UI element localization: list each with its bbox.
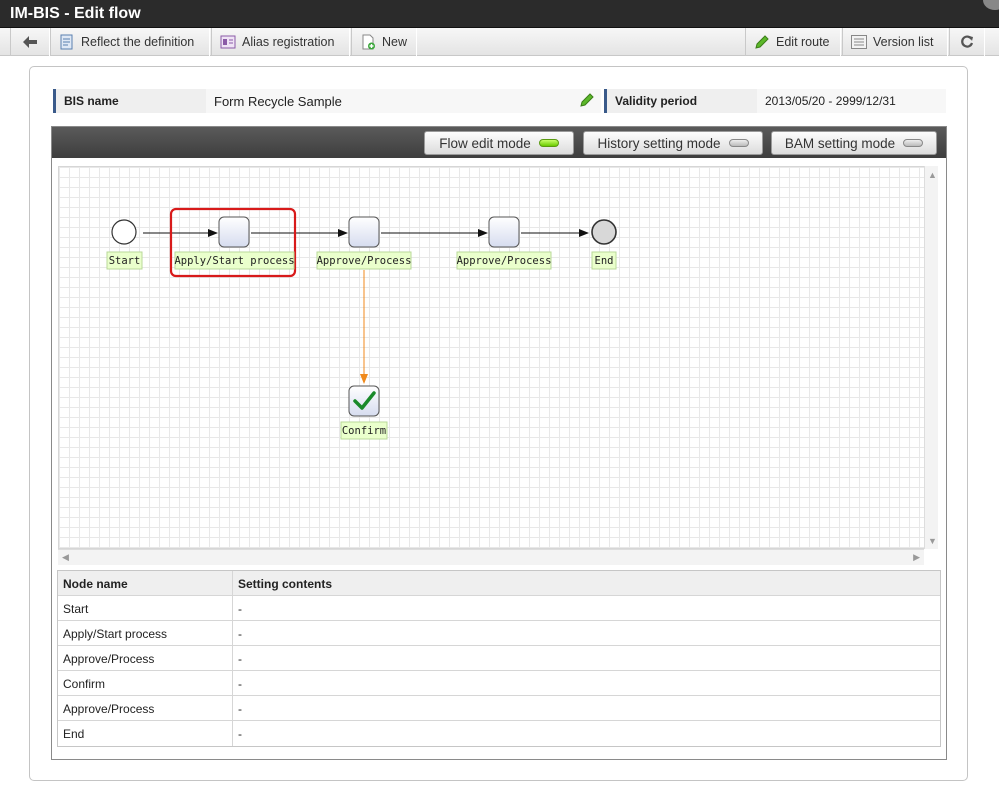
canvas-horizontal-scrollbar[interactable]: ◀ ▶ — [58, 549, 924, 565]
table-row[interactable]: End - — [58, 721, 940, 746]
history-setting-mode-indicator — [728, 139, 749, 147]
bis-name-label: BIS name — [53, 89, 206, 113]
end-node[interactable] — [591, 219, 617, 245]
bam-setting-mode-button[interactable]: BAM setting mode — [771, 131, 937, 155]
edit-route-label: Edit route — [776, 35, 830, 49]
list-icon — [851, 34, 867, 50]
table-row[interactable]: Start - — [58, 596, 940, 621]
confirm-node[interactable] — [348, 385, 380, 417]
node-name-cell: Apply/Start process — [58, 621, 233, 645]
table-header-row: Node name Setting contents — [58, 571, 940, 596]
window-title: IM-BIS - Edit flow — [10, 5, 141, 22]
scroll-down-arrow-icon[interactable]: ▼ — [928, 536, 937, 546]
setting-contents-cell: - — [238, 727, 242, 741]
table-row[interactable]: Approve/Process - — [58, 646, 940, 671]
confirm-label: Confirm — [342, 425, 386, 437]
table-row[interactable]: Approve/Process - — [58, 696, 940, 721]
scroll-up-arrow-icon[interactable]: ▲ — [928, 170, 937, 180]
new-document-icon — [360, 34, 376, 50]
history-setting-mode-label: History setting mode — [597, 135, 721, 151]
flow-edit-mode-label: Flow edit mode — [439, 135, 531, 151]
refresh-icon — [959, 34, 975, 50]
pencil-icon — [754, 34, 770, 50]
end-label: End — [595, 255, 614, 267]
approve-process-label-1: Approve/Process — [317, 255, 412, 267]
canvas-vertical-scrollbar[interactable]: ▲ ▼ — [924, 166, 938, 549]
window-corner-decoration — [983, 0, 999, 10]
alias-registration-icon — [220, 34, 236, 50]
refresh-button[interactable] — [949, 28, 985, 56]
new-label: New — [382, 35, 408, 49]
alias-registration-label: Alias registration — [242, 35, 335, 49]
history-setting-mode-button[interactable]: History setting mode — [583, 131, 763, 155]
node-name-cell: Approve/Process — [58, 646, 233, 670]
node-name-cell: End — [58, 721, 233, 746]
bis-info-row: BIS name Form Recycle Sample Validity pe… — [53, 89, 946, 113]
toolbar: Reflect the definition Alias registratio… — [0, 28, 999, 56]
reflect-definition-icon — [59, 34, 75, 50]
setting-contents-cell: - — [238, 627, 242, 641]
table-row[interactable]: Confirm - — [58, 671, 940, 696]
apply-start-process-label: Apply/Start process — [174, 255, 294, 267]
node-name-cell: Start — [58, 596, 233, 620]
bis-name-text: Form Recycle Sample — [214, 94, 342, 109]
bis-name-value: Form Recycle Sample — [206, 89, 601, 113]
alias-registration-button[interactable]: Alias registration — [211, 28, 350, 56]
node-settings-table: Node name Setting contents Start - Apply… — [57, 570, 941, 747]
approve-process-node-1[interactable] — [348, 216, 380, 248]
table-row[interactable]: Apply/Start process - — [58, 621, 940, 646]
apply-start-process-node[interactable] — [218, 216, 250, 248]
validity-period-value: 2013/05/20 - 2999/12/31 — [757, 89, 946, 113]
start-node[interactable] — [111, 219, 137, 245]
scroll-left-arrow-icon[interactable]: ◀ — [62, 552, 69, 563]
approve-process-node-2[interactable] — [488, 216, 520, 248]
setting-contents-cell: - — [238, 677, 242, 691]
validity-period-label: Validity period — [604, 89, 757, 113]
node-name-cell: Confirm — [58, 671, 233, 695]
setting-contents-header: Setting contents — [238, 577, 333, 591]
start-label: Start — [109, 255, 141, 267]
edit-route-button[interactable]: Edit route — [745, 28, 841, 56]
edit-name-pencil-icon[interactable] — [579, 92, 595, 111]
scroll-right-arrow-icon[interactable]: ▶ — [913, 552, 920, 563]
setting-contents-cell: - — [238, 702, 242, 716]
node-name-header: Node name — [58, 571, 233, 595]
node-name-cell: Approve/Process — [58, 696, 233, 720]
back-arrow-icon — [22, 34, 38, 50]
flow-edit-mode-button[interactable]: Flow edit mode — [424, 131, 574, 155]
setting-contents-cell: - — [238, 602, 242, 616]
version-list-label: Version list — [873, 35, 934, 49]
bam-setting-mode-indicator — [903, 139, 924, 147]
new-button[interactable]: New — [351, 28, 417, 56]
back-button[interactable] — [10, 28, 50, 56]
flow-edit-mode-indicator — [538, 139, 559, 147]
title-bar: IM-BIS - Edit flow — [0, 0, 999, 28]
approve-process-label-2: Approve/Process — [457, 255, 552, 267]
setting-contents-cell: - — [238, 652, 242, 666]
bam-setting-mode-label: BAM setting mode — [784, 135, 896, 151]
version-list-button[interactable]: Version list — [842, 28, 948, 56]
reflect-definition-label: Reflect the definition — [81, 35, 195, 49]
reflect-definition-button[interactable]: Reflect the definition — [50, 28, 210, 56]
